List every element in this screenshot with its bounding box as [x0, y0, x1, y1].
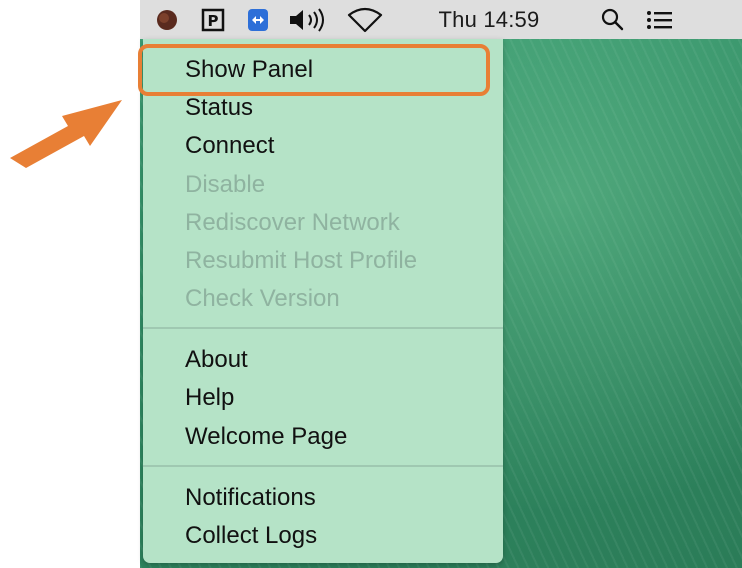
volume-icon[interactable] — [284, 0, 336, 39]
menu-separator — [143, 465, 503, 467]
menu-item-welcome-page[interactable]: Welcome Page — [185, 420, 347, 454]
menu-item-disable: Disable — [185, 171, 266, 198]
menu-item-collect-logs[interactable]: Collect Logs — [185, 519, 317, 553]
notification-center-icon[interactable] — [642, 0, 678, 39]
menu-item-help[interactable]: Help — [185, 381, 234, 415]
pointer-arrow-icon — [10, 100, 122, 168]
wifi-icon[interactable] — [343, 0, 387, 39]
menu-item-notifications[interactable]: Notifications — [185, 481, 316, 515]
search-icon[interactable] — [596, 0, 630, 39]
svg-text:P: P — [208, 12, 219, 30]
menu-bar: P Thu 14:59 — [140, 0, 742, 39]
app-status-icon[interactable] — [152, 0, 182, 39]
menu-item-resubmit-host-profile: Resubmit Host Profile — [185, 247, 418, 274]
menu-item-connect[interactable]: Connect — [185, 129, 274, 163]
menu-item-status[interactable]: Status — [185, 91, 253, 125]
clock[interactable]: Thu 14:59 — [394, 0, 584, 39]
menu-item-check-version: Check Version — [185, 285, 340, 312]
menu-item-rediscover-network: Rediscover Network — [185, 209, 400, 236]
status-menu: Show Panel Status Connect Disable Redisc… — [143, 39, 503, 563]
menu-separator — [143, 327, 503, 329]
parking-icon[interactable]: P — [198, 0, 228, 39]
teamviewer-icon[interactable] — [243, 0, 273, 39]
menu-item-show-panel[interactable]: Show Panel — [185, 53, 313, 87]
menu-item-about[interactable]: About — [185, 343, 248, 377]
